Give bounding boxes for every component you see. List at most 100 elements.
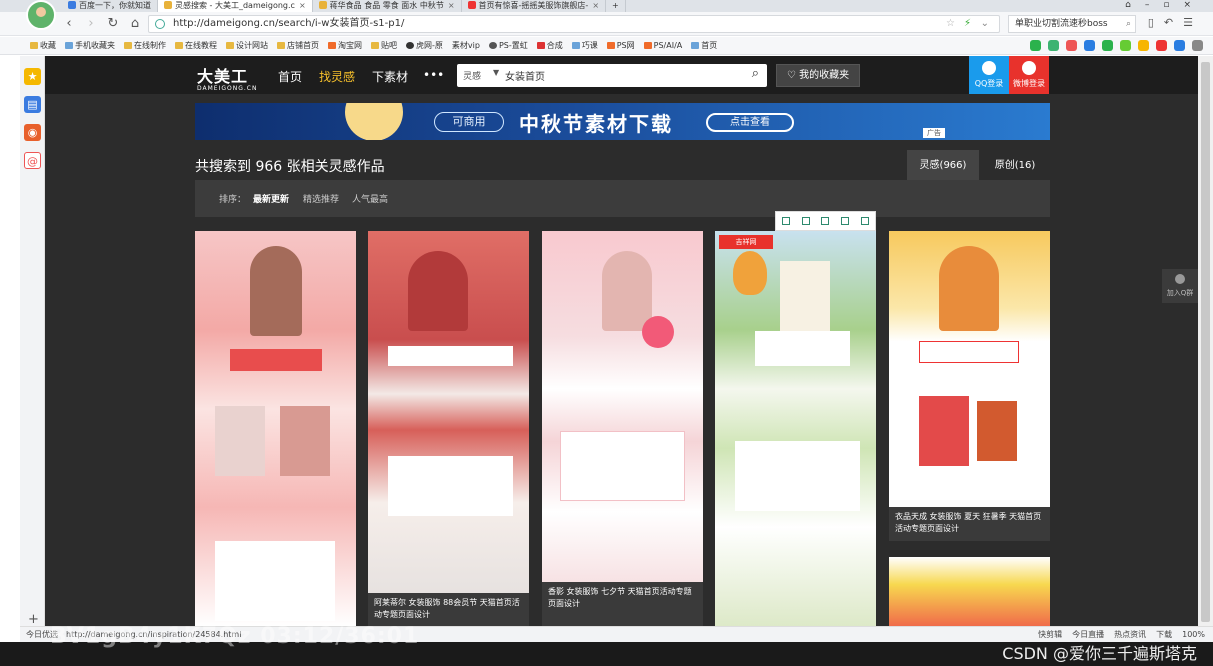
nav-home[interactable]: 首页 bbox=[278, 68, 302, 85]
preview-icon[interactable] bbox=[781, 217, 790, 225]
bookmark-item[interactable]: PS/AI/A bbox=[643, 41, 682, 50]
bookmark-item[interactable]: 设计网站 bbox=[226, 40, 268, 51]
sort-newest[interactable]: 最新更新 bbox=[253, 192, 289, 205]
bookmark-item[interactable]: 在线制作 bbox=[124, 40, 166, 51]
save-icon[interactable] bbox=[821, 217, 830, 225]
caret-down-icon[interactable]: ▼ bbox=[493, 68, 499, 77]
folder-icon bbox=[65, 42, 73, 49]
tab-baidu[interactable]: 百度一下，你就知道 bbox=[62, 0, 158, 12]
csdn-watermark: CSDN @爱你三千遍斯塔克 bbox=[1002, 644, 1197, 663]
banner-cta-button[interactable]: 点击查看 bbox=[706, 113, 794, 132]
bolt-icon[interactable]: ⚡ bbox=[964, 16, 971, 32]
bookmark-item[interactable]: 手机收藏夹 bbox=[65, 40, 115, 51]
chevron-down-icon[interactable]: ⌄ bbox=[981, 16, 989, 32]
close-icon[interactable]: × bbox=[299, 1, 306, 10]
site-search[interactable]: 灵感 ▼ 女装首页 ⌕ bbox=[457, 64, 767, 87]
reload-icon[interactable]: ↻ bbox=[104, 15, 122, 33]
card-thumbnail bbox=[542, 231, 703, 582]
extension-icon[interactable] bbox=[1120, 40, 1131, 51]
url-input[interactable]: http://dameigong.cn/search/i-w女装首页-s1-p1… bbox=[148, 15, 1000, 33]
home-icon[interactable]: ⌂ bbox=[126, 15, 144, 33]
star-icon[interactable]: ☆ bbox=[946, 16, 955, 32]
scrollbar-thumb[interactable] bbox=[1201, 62, 1210, 622]
bookmark-item[interactable]: PS网 bbox=[606, 40, 635, 51]
card-toolbar[interactable] bbox=[775, 211, 876, 231]
tab-original[interactable]: 原创(16) bbox=[979, 150, 1051, 181]
sale-badge bbox=[642, 316, 674, 348]
sort-featured[interactable]: 精选推荐 bbox=[303, 192, 339, 205]
nav-more[interactable]: ••• bbox=[423, 68, 444, 82]
bookmark-item[interactable]: 在线教程 bbox=[175, 40, 217, 51]
gear-icon[interactable] bbox=[861, 217, 870, 225]
favorites-button[interactable]: ♡ 我的收藏夹 bbox=[776, 64, 860, 87]
back-icon[interactable]: ‹ bbox=[60, 15, 78, 33]
extension-icon[interactable] bbox=[1102, 40, 1113, 51]
nav-inspiration[interactable]: 找灵感 bbox=[319, 68, 355, 85]
toolbar-icons[interactable]: ▯↶☰ bbox=[1148, 16, 1203, 29]
news-icon[interactable]: ▤ bbox=[24, 96, 41, 113]
sort-bar: 排序： 最新更新 精选推荐 人气最高 bbox=[195, 180, 1050, 217]
bookmark-item[interactable]: 淘宝网 bbox=[328, 40, 362, 51]
search-input[interactable]: 女装首页 bbox=[505, 68, 545, 83]
result-card[interactable]: 吉祥网 bbox=[715, 231, 876, 626]
expand-icon[interactable] bbox=[801, 217, 810, 225]
site-logo[interactable]: 大美工 DAMEIGONG.CN bbox=[197, 63, 257, 92]
sort-popular[interactable]: 人气最高 bbox=[352, 192, 388, 205]
new-tab-button[interactable]: + bbox=[606, 0, 626, 12]
tab-inspiration[interactable]: 灵感(966) bbox=[907, 150, 979, 181]
bookmark-item[interactable]: PS-置虹 bbox=[488, 40, 528, 51]
extension-icon[interactable] bbox=[1192, 40, 1203, 51]
model-figure bbox=[939, 246, 999, 331]
search-type-select[interactable]: 灵感 bbox=[463, 69, 481, 82]
result-card[interactable] bbox=[889, 557, 1050, 626]
site-icon bbox=[691, 42, 700, 49]
bookmark-item[interactable]: 巧课 bbox=[571, 40, 598, 51]
result-card[interactable]: 香影 女装服饰 七夕节 天猫首页活动专题页面设计 bbox=[542, 231, 703, 626]
search-icon[interactable]: ⌕ bbox=[752, 66, 759, 81]
nav-materials[interactable]: 下素材 bbox=[372, 68, 408, 85]
bookmark-item[interactable]: 虎网-原 bbox=[406, 40, 443, 51]
folder-icon bbox=[124, 42, 132, 49]
weibo-icon[interactable]: ◉ bbox=[24, 124, 41, 141]
scrollbar[interactable] bbox=[1198, 56, 1213, 626]
search-icon[interactable] bbox=[1084, 40, 1095, 51]
share-icon[interactable] bbox=[841, 217, 850, 225]
bookmark-item[interactable]: 素材vip bbox=[452, 40, 480, 51]
extension-icons[interactable] bbox=[1030, 40, 1203, 51]
bookmark-item[interactable]: 收藏 bbox=[30, 40, 56, 51]
browser-search-input[interactable]: 单职业切割流速秒boss ⌕ bbox=[1008, 15, 1136, 33]
extension-icon[interactable] bbox=[1156, 40, 1167, 51]
bookmark-item[interactable]: 贴吧 bbox=[371, 40, 397, 51]
extension-icon[interactable] bbox=[1138, 40, 1149, 51]
sort-label: 排序： bbox=[219, 195, 247, 205]
weibo-login-button[interactable]: 微博登录 bbox=[1009, 56, 1049, 94]
moon-graphic bbox=[345, 103, 403, 140]
tab-food[interactable]: 蒋华食品 食品 零食 面水 中秋节 × bbox=[313, 0, 462, 12]
avatar[interactable] bbox=[26, 0, 56, 30]
result-card[interactable]: 阿莱蒂尔 女装服饰 88会员节 天猫首页活动专题页面设计 bbox=[368, 231, 529, 626]
mail-icon[interactable]: @ bbox=[24, 152, 41, 169]
tab-search-active[interactable]: 灵感搜索 - 大美工_dameigong.c × bbox=[158, 0, 313, 12]
add-sidebar-icon[interactable]: + bbox=[28, 612, 39, 627]
search-icon[interactable]: ⌕ bbox=[1126, 16, 1131, 32]
window-controls[interactable]: ⌂–▫× bbox=[1125, 0, 1205, 10]
promo-banner[interactable]: 可商用 中秋节素材下载 点击查看 广告 bbox=[195, 103, 1050, 140]
model-figure bbox=[602, 251, 652, 331]
extension-icon[interactable] bbox=[1066, 40, 1077, 51]
extension-icon[interactable] bbox=[1030, 40, 1041, 51]
tab-shop[interactable]: 首页有惊喜-摇摇美服饰旗舰店- × bbox=[462, 0, 607, 12]
close-icon[interactable]: × bbox=[592, 1, 599, 10]
coupon-strip bbox=[919, 341, 1019, 363]
extension-icon[interactable] bbox=[1174, 40, 1185, 51]
bookmark-item[interactable]: 合成 bbox=[536, 40, 563, 51]
result-card[interactable]: 衣品天成 女装服饰 夏天 狂暑季 天猫首页活动专题页面设计 bbox=[889, 231, 1050, 541]
star-icon[interactable]: ★ bbox=[24, 68, 41, 85]
join-qq-group-button[interactable]: 加入Q群 bbox=[1162, 269, 1198, 303]
qq-login-button[interactable]: QQ登录 bbox=[969, 56, 1009, 94]
close-icon[interactable]: × bbox=[448, 1, 455, 10]
bookmark-item[interactable]: 店铺首页 bbox=[277, 40, 319, 51]
forward-icon[interactable]: › bbox=[82, 15, 100, 33]
result-card[interactable] bbox=[195, 231, 356, 626]
extension-icon[interactable] bbox=[1048, 40, 1059, 51]
bookmark-item[interactable]: 首页 bbox=[691, 40, 717, 51]
